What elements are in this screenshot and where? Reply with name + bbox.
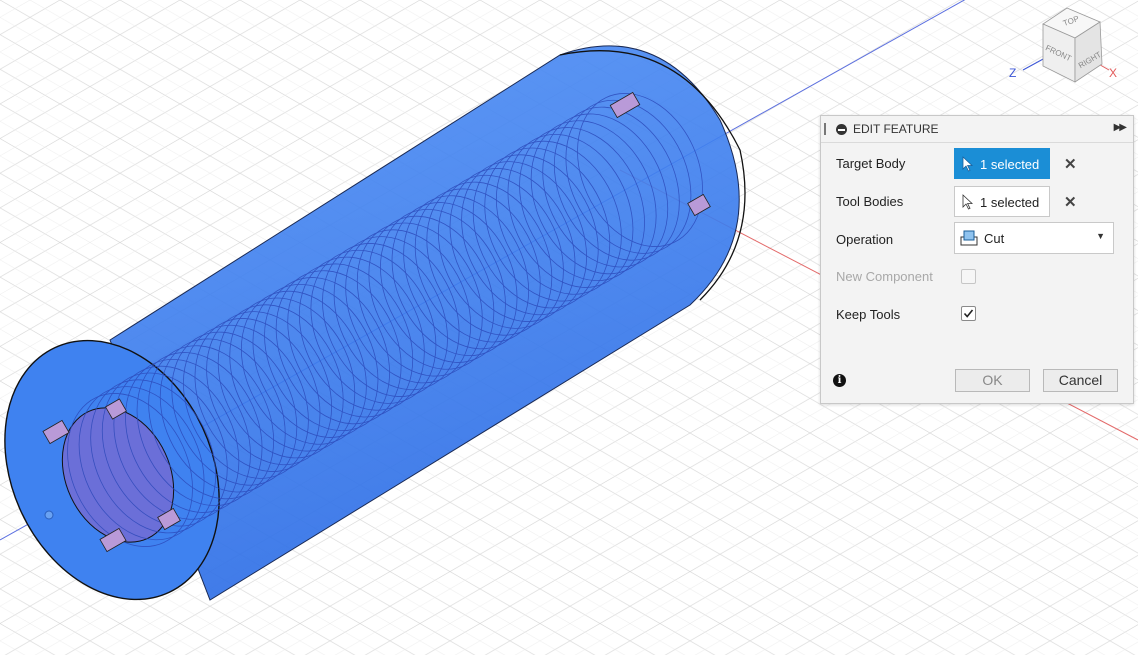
operation-value: Cut: [984, 231, 1005, 246]
operation-label: Operation: [836, 232, 894, 247]
origin-point[interactable]: [44, 510, 54, 520]
target-body-select-button[interactable]: 1 selected: [954, 148, 1050, 179]
target-body-label: Target Body: [836, 156, 906, 171]
chevron-down-icon: ▼: [1096, 231, 1105, 241]
axis-z-label: Z: [1009, 66, 1016, 80]
collapse-icon[interactable]: [836, 124, 847, 135]
clear-target-body-icon[interactable]: ✕: [1064, 155, 1077, 173]
cursor-icon: [962, 156, 974, 172]
cancel-button[interactable]: Cancel: [1043, 369, 1118, 392]
cursor-icon: [962, 194, 974, 210]
view-cube[interactable]: TOP FRONT RIGHT Z X: [1005, 0, 1138, 100]
dialog-header[interactable]: EDIT FEATURE ▶▶: [821, 116, 1133, 143]
tool-bodies-value: 1 selected: [980, 195, 1040, 210]
target-body-value: 1 selected: [980, 157, 1040, 172]
clear-tool-bodies-icon[interactable]: ✕: [1064, 193, 1077, 211]
info-icon[interactable]: i: [833, 374, 846, 387]
edit-feature-dialog: EDIT FEATURE ▶▶ Target Body 1 selected ✕…: [820, 115, 1134, 404]
operation-dropdown[interactable]: Cut ▼: [954, 222, 1114, 254]
axis-x-label: X: [1109, 66, 1117, 80]
checkmark-icon: [963, 309, 974, 318]
expand-icon[interactable]: ▶▶: [1114, 122, 1127, 133]
keep-tools-checkbox[interactable]: [961, 306, 976, 321]
ok-button[interactable]: OK: [955, 369, 1030, 392]
keep-tools-label: Keep Tools: [836, 307, 901, 322]
tool-bodies-select-button[interactable]: 1 selected: [954, 186, 1050, 217]
cut-operation-icon: [960, 230, 978, 246]
dialog-title: EDIT FEATURE: [853, 122, 939, 136]
new-component-checkbox[interactable]: [961, 269, 976, 284]
new-component-label: New Component: [836, 269, 933, 284]
tool-bodies-label: Tool Bodies: [836, 194, 904, 209]
drag-grip-icon[interactable]: [824, 123, 826, 135]
